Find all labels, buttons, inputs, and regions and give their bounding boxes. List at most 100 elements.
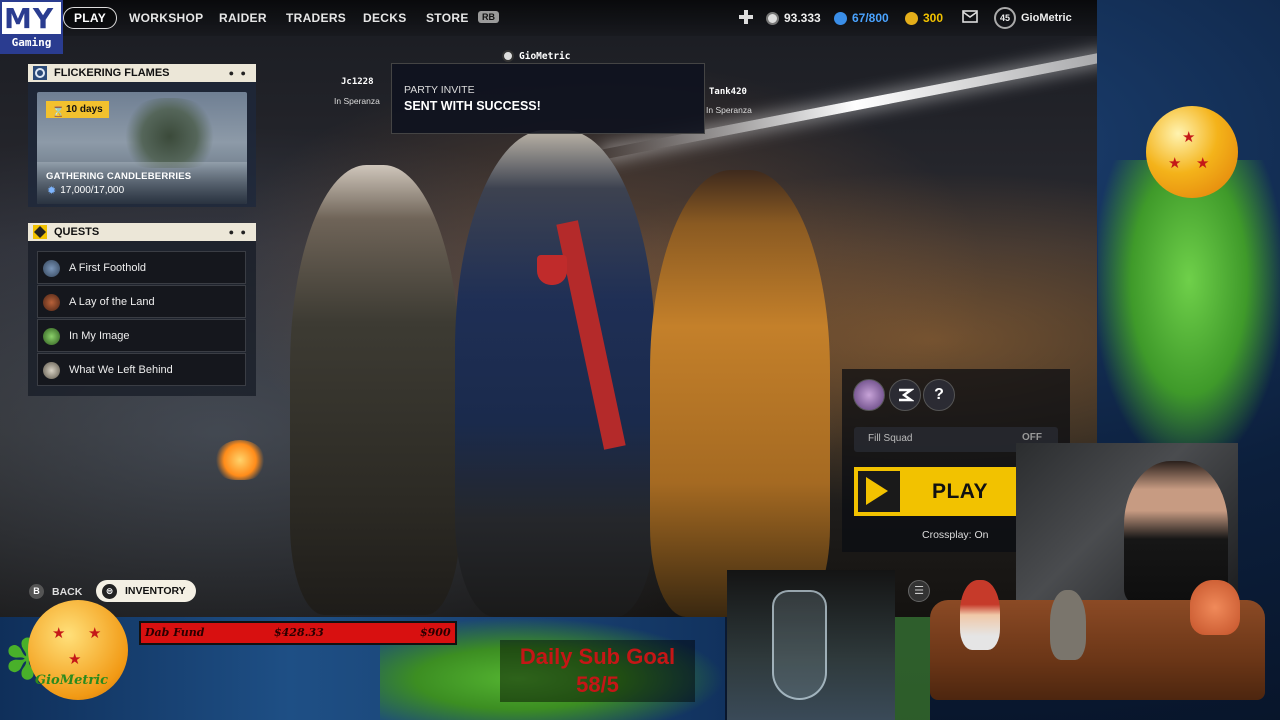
toast-message: SENT WITH SUCCESS! xyxy=(404,99,541,113)
event-title: GATHERING CANDLEBERRIES xyxy=(46,171,192,182)
sub-goal-title: Daily Sub Goal xyxy=(519,644,676,669)
nav-store-tab[interactable]: STORE xyxy=(426,11,469,25)
crossplay-status: Crossplay: On xyxy=(922,529,989,541)
gold-display: 300 xyxy=(905,11,943,25)
jacket-stripe xyxy=(556,220,626,450)
quest-giver-avatar xyxy=(43,294,60,311)
quest-item[interactable]: What We Left Behind xyxy=(37,353,246,386)
profile-username: GioMetric xyxy=(1021,12,1072,24)
gnome-figure xyxy=(960,580,1000,650)
seeds-value: 67/800 xyxy=(852,11,889,25)
logo-text: MY xyxy=(4,2,55,35)
quest-item[interactable]: A Lay of the Land xyxy=(37,285,246,318)
controller-icon[interactable] xyxy=(738,10,754,24)
seed-currency-icon xyxy=(834,11,847,25)
fill-squad-state[interactable]: OFF xyxy=(1022,432,1042,443)
nav-play-tab[interactable]: PLAY xyxy=(63,7,118,29)
event-header-title: FLICKERING FLAMES xyxy=(54,67,170,79)
snow-ground xyxy=(37,162,247,204)
quests-header-title: QUESTS xyxy=(54,226,100,238)
quest-giver-avatar xyxy=(43,328,60,345)
star-icon: ★ xyxy=(88,625,102,642)
quest-title: A Lay of the Land xyxy=(69,295,155,308)
coins-display: 93.333 xyxy=(766,11,821,25)
party-member-location: In Speranza xyxy=(334,96,380,106)
giometric-logo-text: GioMetric xyxy=(35,673,109,688)
inventory-key-icon: ⊜ xyxy=(102,583,117,599)
level-badge: 45 xyxy=(994,7,1016,29)
fund-label: Dab Fund xyxy=(145,626,205,639)
gold-value: 300 xyxy=(923,11,944,25)
couch-artwork xyxy=(930,580,1265,700)
quest-item[interactable]: A First Foothold xyxy=(37,251,246,284)
nav-traders-tab[interactable]: TRADERS xyxy=(286,11,346,25)
quest-item[interactable]: In My Image xyxy=(37,319,246,352)
fund-current: $428.33 xyxy=(274,626,324,639)
star-icon: ★ xyxy=(1196,155,1210,172)
menu-icon[interactable]: ☰ xyxy=(908,580,930,602)
nav-raider-tab[interactable]: RAIDER xyxy=(219,11,267,25)
moai-figure xyxy=(1050,590,1086,660)
pager-dots[interactable]: ● ● xyxy=(229,227,248,237)
sub-goal-value: 58/5 xyxy=(576,672,619,697)
store-key-badge: RB xyxy=(478,11,499,23)
event-header[interactable]: FLICKERING FLAMES ● ● xyxy=(28,64,256,82)
toast-title: PARTY INVITE xyxy=(404,84,475,96)
my-gaming-logo: MY Gaming xyxy=(0,0,63,54)
hourglass-icon: ⌛ xyxy=(52,107,65,118)
player-icon xyxy=(502,50,514,62)
help-button[interactable]: ? xyxy=(923,379,955,411)
product-webcam xyxy=(727,570,895,720)
profile-display[interactable]: 45 GioMetric xyxy=(994,7,1072,29)
dragon-ball-icon: ★ ★ ★ xyxy=(1146,106,1238,198)
glass-piece xyxy=(772,590,827,700)
logo-subtext: Gaming xyxy=(2,34,61,52)
nav-workshop-tab[interactable]: WORKSHOP xyxy=(129,11,203,25)
jacket-emblem xyxy=(537,255,567,285)
quest-title: A First Foothold xyxy=(69,261,147,274)
seed-icon: ✹ xyxy=(47,185,57,197)
back-label: BACK xyxy=(52,585,83,598)
gear-icon xyxy=(33,66,47,80)
squad-avatar[interactable] xyxy=(853,379,885,411)
party-member-name[interactable]: Jc1228 xyxy=(341,77,374,87)
event-timer-badge: ⌛ 10 days xyxy=(46,101,109,118)
raider-character-center xyxy=(455,130,655,617)
dragon-artwork xyxy=(1098,160,1280,460)
fire-pit xyxy=(215,440,265,480)
seeds-display: 67/800 xyxy=(834,11,889,25)
quest-giver-avatar xyxy=(43,260,60,277)
chevron-right-icon xyxy=(858,471,900,512)
event-timer: 10 days xyxy=(66,104,103,115)
party-member-name[interactable]: Tank420 xyxy=(709,87,747,97)
star-icon: ★ xyxy=(1182,129,1196,146)
pager-dots[interactable]: ● ● xyxy=(229,68,248,78)
star-icon: ★ xyxy=(68,651,82,668)
inventory-label: INVENTORY xyxy=(125,585,186,597)
inventory-button[interactable]: ⊜ INVENTORY xyxy=(96,580,196,602)
candleberry-bush-image xyxy=(122,98,217,168)
mail-icon[interactable] xyxy=(962,10,978,23)
quest-giver-avatar xyxy=(43,362,60,379)
raider-character-left xyxy=(290,165,460,615)
nav-decks-tab[interactable]: DECKS xyxy=(363,11,407,25)
party-leader-name: GioMetric xyxy=(519,50,571,62)
streamer-webcam xyxy=(1016,443,1238,603)
raider-character-right xyxy=(650,170,830,617)
play-button[interactable]: PLAY xyxy=(854,467,1016,516)
quests-header[interactable]: QUESTS ● ● xyxy=(28,223,256,241)
play-button-label: PLAY xyxy=(931,479,989,503)
party-leader-tag[interactable]: GioMetric xyxy=(502,50,570,62)
coins-value: 93.333 xyxy=(784,11,821,25)
party-member-location: In Speranza xyxy=(706,105,752,115)
dragon-tail-art xyxy=(895,617,930,720)
mushroom-figure xyxy=(1190,580,1240,635)
star-icon: ★ xyxy=(52,625,66,642)
b-key-icon: B xyxy=(29,584,44,599)
event-progress: ✹ 17,000/17,000 xyxy=(47,184,124,197)
quest-title: What We Left Behind xyxy=(69,363,173,376)
gold-coin-icon xyxy=(905,11,918,25)
back-button[interactable]: B BACK xyxy=(29,584,82,599)
coin-icon xyxy=(766,11,779,25)
platform-icon[interactable] xyxy=(889,379,921,411)
